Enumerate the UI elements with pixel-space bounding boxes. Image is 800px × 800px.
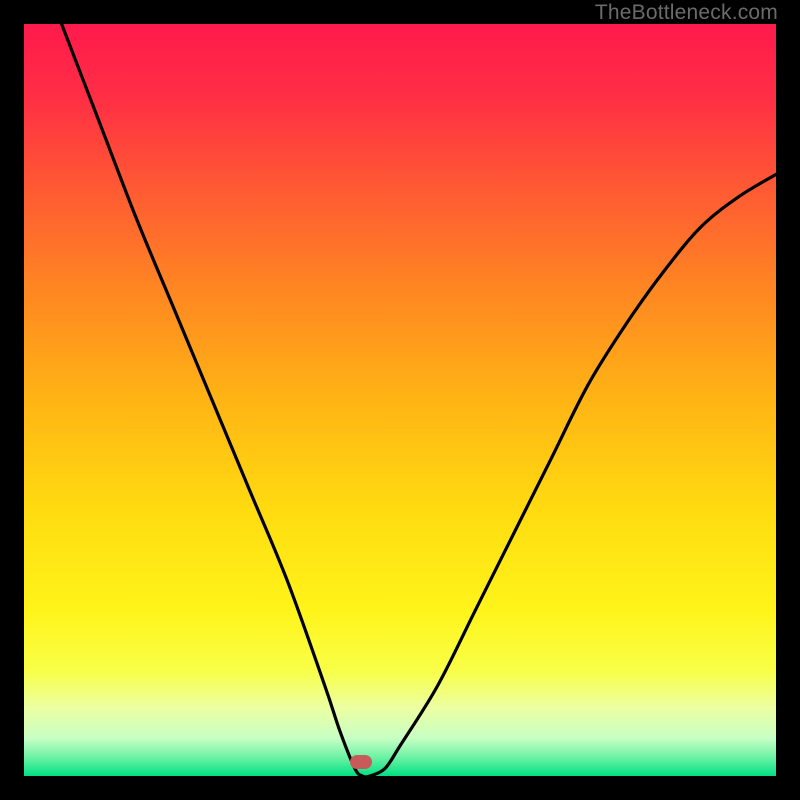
watermark-text: TheBottleneck.com bbox=[595, 1, 778, 25]
chart-frame: TheBottleneck.com bbox=[0, 0, 800, 800]
bottleneck-curve bbox=[24, 24, 776, 776]
plot-area bbox=[24, 24, 776, 776]
selected-point-marker bbox=[350, 755, 372, 769]
